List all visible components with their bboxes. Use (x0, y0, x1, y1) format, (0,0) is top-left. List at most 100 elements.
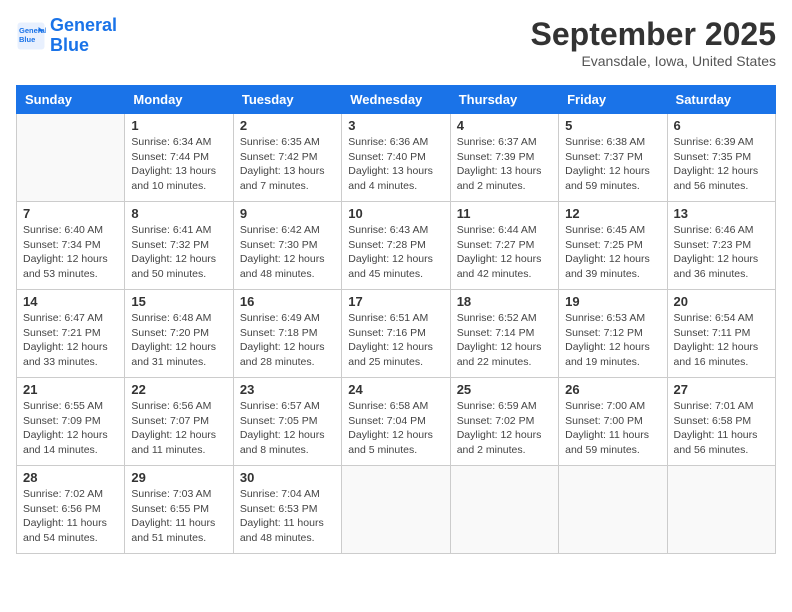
day-number: 26 (565, 382, 660, 397)
day-cell: 19Sunrise: 6:53 AM Sunset: 7:12 PM Dayli… (559, 290, 667, 378)
day-cell: 18 Sunrise: 6:52 AM Sunset: 7:14 PM Dayli… (450, 290, 558, 378)
day-number: 28 (23, 470, 118, 485)
day-number: 17 (348, 294, 443, 309)
logo-icon: General Blue (16, 21, 46, 51)
day-cell: 6 Sunrise: 6:39 AM Sunset: 7:35 PM Daylig… (667, 114, 775, 202)
day-cell: 23Sunrise: 6:57 AM Sunset: 7:05 PM Dayli… (233, 378, 341, 466)
day-info: Sunrise: 6:49 AM Sunset: 7:18 PM Dayligh… (240, 311, 335, 370)
day-cell: 14 Sunrise: 6:47 AM Sunset: 7:21 PM Dayli… (17, 290, 125, 378)
day-info: Sunrise: 6:38 AM Sunset: 7:37 PM Dayligh… (565, 135, 660, 194)
day-info: Sunrise: 6:39 AM Sunset: 7:35 PM Dayligh… (674, 135, 769, 194)
day-number: 24 (348, 382, 443, 397)
day-number: 10 (348, 206, 443, 221)
location: Evansdale, Iowa, United States (531, 53, 776, 69)
header-cell-thursday: Thursday (450, 86, 558, 114)
day-cell: 9 Sunrise: 6:42 AM Sunset: 7:30 PM Daylig… (233, 202, 341, 290)
day-number: 1 (131, 118, 226, 133)
header-cell-wednesday: Wednesday (342, 86, 450, 114)
day-cell: 7Sunrise: 6:40 AM Sunset: 7:34 PM Daylig… (17, 202, 125, 290)
day-cell: 4Sunrise: 6:37 AM Sunset: 7:39 PM Daylig… (450, 114, 558, 202)
day-cell: 12 Sunrise: 6:45 AM Sunset: 7:25 PM Dayli… (559, 202, 667, 290)
day-cell: 5 Sunrise: 6:38 AM Sunset: 7:37 PM Daylig… (559, 114, 667, 202)
month-title: September 2025 (531, 16, 776, 53)
calendar-body: 1Sunrise: 6:34 AM Sunset: 7:44 PM Daylig… (17, 114, 776, 554)
day-number: 20 (674, 294, 769, 309)
day-info: Sunrise: 6:37 AM Sunset: 7:39 PM Dayligh… (457, 135, 552, 194)
day-number: 12 (565, 206, 660, 221)
day-number: 27 (674, 382, 769, 397)
day-info: Sunrise: 6:43 AM Sunset: 7:28 PM Dayligh… (348, 223, 443, 282)
day-cell (667, 466, 775, 554)
week-row-1: 7Sunrise: 6:40 AM Sunset: 7:34 PM Daylig… (17, 202, 776, 290)
day-number: 6 (674, 118, 769, 133)
day-cell: 13 Sunrise: 6:46 AM Sunset: 7:23 PM Dayli… (667, 202, 775, 290)
day-info: Sunrise: 6:35 AM Sunset: 7:42 PM Dayligh… (240, 135, 335, 194)
header-cell-tuesday: Tuesday (233, 86, 341, 114)
day-number: 29 (131, 470, 226, 485)
logo-text: GeneralBlue (50, 16, 117, 56)
day-info: Sunrise: 6:46 AM Sunset: 7:23 PM Dayligh… (674, 223, 769, 282)
day-info: Sunrise: 6:48 AM Sunset: 7:20 PM Dayligh… (131, 311, 226, 370)
header-cell-saturday: Saturday (667, 86, 775, 114)
day-number: 5 (565, 118, 660, 133)
week-row-0: 1Sunrise: 6:34 AM Sunset: 7:44 PM Daylig… (17, 114, 776, 202)
day-info: Sunrise: 6:44 AM Sunset: 7:27 PM Dayligh… (457, 223, 552, 282)
day-info: Sunrise: 6:47 AM Sunset: 7:21 PM Dayligh… (23, 311, 118, 370)
day-cell (342, 466, 450, 554)
header-cell-friday: Friday (559, 86, 667, 114)
day-cell: 17 Sunrise: 6:51 AM Sunset: 7:16 PM Dayli… (342, 290, 450, 378)
day-number: 14 (23, 294, 118, 309)
header-cell-monday: Monday (125, 86, 233, 114)
day-cell: 28 Sunrise: 7:02 AM Sunset: 6:56 PM Dayli… (17, 466, 125, 554)
day-cell: 24Sunrise: 6:58 AM Sunset: 7:04 PM Dayli… (342, 378, 450, 466)
day-cell (17, 114, 125, 202)
day-number: 16 (240, 294, 335, 309)
day-cell: 2 Sunrise: 6:35 AM Sunset: 7:42 PM Daylig… (233, 114, 341, 202)
week-row-3: 21 Sunrise: 6:55 AM Sunset: 7:09 PM Dayli… (17, 378, 776, 466)
calendar-table: SundayMondayTuesdayWednesdayThursdayFrid… (16, 85, 776, 554)
page-header: General Blue GeneralBlue September 2025 … (16, 16, 776, 69)
day-cell: 16 Sunrise: 6:49 AM Sunset: 7:18 PM Dayli… (233, 290, 341, 378)
day-cell: 22Sunrise: 6:56 AM Sunset: 7:07 PM Dayli… (125, 378, 233, 466)
day-cell: 1Sunrise: 6:34 AM Sunset: 7:44 PM Daylig… (125, 114, 233, 202)
day-cell: 11Sunrise: 6:44 AM Sunset: 7:27 PM Dayli… (450, 202, 558, 290)
day-cell: 10 Sunrise: 6:43 AM Sunset: 7:28 PM Dayli… (342, 202, 450, 290)
day-number: 9 (240, 206, 335, 221)
day-info: Sunrise: 7:00 AM Sunset: 7:00 PM Dayligh… (565, 399, 660, 458)
day-info: Sunrise: 7:02 AM Sunset: 6:56 PM Dayligh… (23, 487, 118, 546)
day-info: Sunrise: 6:40 AM Sunset: 7:34 PM Dayligh… (23, 223, 118, 282)
header-row: SundayMondayTuesdayWednesdayThursdayFrid… (17, 86, 776, 114)
day-info: Sunrise: 7:04 AM Sunset: 6:53 PM Dayligh… (240, 487, 335, 546)
svg-text:Blue: Blue (19, 35, 35, 44)
day-number: 15 (131, 294, 226, 309)
day-number: 23 (240, 382, 335, 397)
day-number: 2 (240, 118, 335, 133)
day-cell: 26 Sunrise: 7:00 AM Sunset: 7:00 PM Dayli… (559, 378, 667, 466)
day-info: Sunrise: 7:01 AM Sunset: 6:58 PM Dayligh… (674, 399, 769, 458)
day-info: Sunrise: 6:53 AM Sunset: 7:12 PM Dayligh… (565, 311, 660, 370)
day-cell: 15 Sunrise: 6:48 AM Sunset: 7:20 PM Dayli… (125, 290, 233, 378)
day-info: Sunrise: 6:59 AM Sunset: 7:02 PM Dayligh… (457, 399, 552, 458)
day-cell (559, 466, 667, 554)
day-cell: 25 Sunrise: 6:59 AM Sunset: 7:02 PM Dayli… (450, 378, 558, 466)
day-number: 25 (457, 382, 552, 397)
day-number: 18 (457, 294, 552, 309)
day-number: 21 (23, 382, 118, 397)
header-cell-sunday: Sunday (17, 86, 125, 114)
day-info: Sunrise: 6:56 AM Sunset: 7:07 PM Dayligh… (131, 399, 226, 458)
day-info: Sunrise: 6:36 AM Sunset: 7:40 PM Dayligh… (348, 135, 443, 194)
day-cell: 21 Sunrise: 6:55 AM Sunset: 7:09 PM Dayli… (17, 378, 125, 466)
day-number: 13 (674, 206, 769, 221)
day-number: 30 (240, 470, 335, 485)
day-info: Sunrise: 6:51 AM Sunset: 7:16 PM Dayligh… (348, 311, 443, 370)
day-cell: 29Sunrise: 7:03 AM Sunset: 6:55 PM Dayli… (125, 466, 233, 554)
week-row-2: 14 Sunrise: 6:47 AM Sunset: 7:21 PM Dayli… (17, 290, 776, 378)
day-info: Sunrise: 6:52 AM Sunset: 7:14 PM Dayligh… (457, 311, 552, 370)
day-info: Sunrise: 6:45 AM Sunset: 7:25 PM Dayligh… (565, 223, 660, 282)
day-cell: 20 Sunrise: 6:54 AM Sunset: 7:11 PM Dayli… (667, 290, 775, 378)
day-info: Sunrise: 6:54 AM Sunset: 7:11 PM Dayligh… (674, 311, 769, 370)
day-cell: 30 Sunrise: 7:04 AM Sunset: 6:53 PM Dayli… (233, 466, 341, 554)
day-info: Sunrise: 6:42 AM Sunset: 7:30 PM Dayligh… (240, 223, 335, 282)
day-number: 8 (131, 206, 226, 221)
day-info: Sunrise: 6:55 AM Sunset: 7:09 PM Dayligh… (23, 399, 118, 458)
